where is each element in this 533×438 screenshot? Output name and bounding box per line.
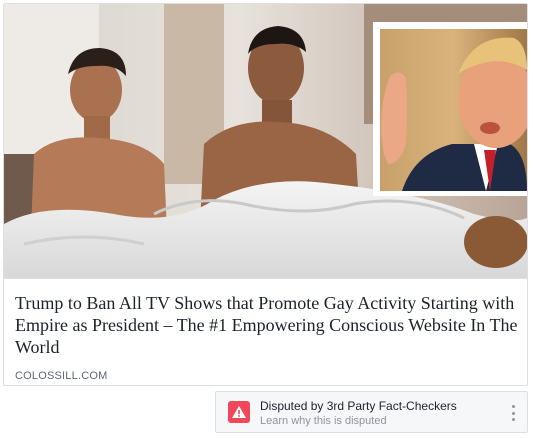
more-options-icon[interactable] <box>511 405 515 421</box>
link-preview-body[interactable]: Trump to Ban All TV Shows that Promote G… <box>4 278 527 385</box>
article-thumbnail[interactable] <box>4 4 527 278</box>
learn-why-link[interactable]: Learn why this is disputed <box>260 415 387 427</box>
disputed-title: Disputed by 3rd Party Fact-Checkers <box>260 399 457 413</box>
disputed-notice[interactable]: Disputed by 3rd Party Fact-Checkers Lear… <box>215 391 528 433</box>
source-domain: COLOSSILL.COM <box>15 370 108 382</box>
warning-icon <box>228 401 250 423</box>
article-headline[interactable]: Trump to Ban All TV Shows that Promote G… <box>15 292 520 358</box>
link-preview-card[interactable]: Trump to Ban All TV Shows that Promote G… <box>3 3 528 386</box>
